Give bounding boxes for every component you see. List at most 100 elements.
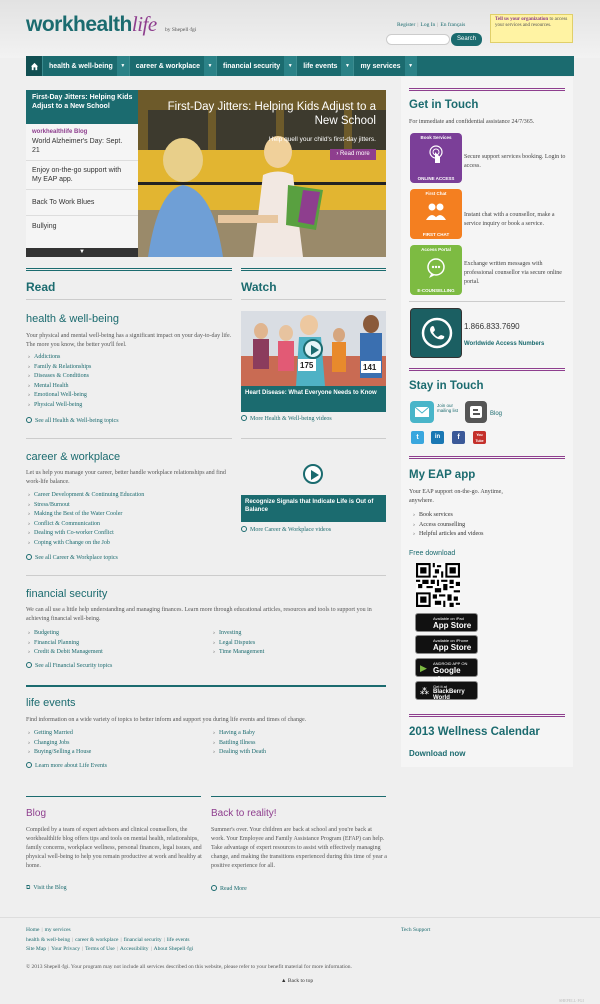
- video-caption[interactable]: Heart Disease: What Everyone Needs to Kn…: [241, 386, 386, 412]
- list-item[interactable]: Getting Married: [28, 729, 91, 739]
- worldwide-access-link[interactable]: Worldwide Access Numbers: [464, 340, 544, 349]
- footer-link[interactable]: Site Map: [26, 946, 46, 952]
- hero-title[interactable]: First-Day Jitters: Helping Kids Adjust t…: [154, 100, 376, 129]
- list-item[interactable]: Making the Best of the Water Cooler: [28, 510, 144, 520]
- footer-link[interactable]: career & workplace: [75, 937, 118, 943]
- french-link[interactable]: En français: [440, 22, 465, 28]
- facebook-icon[interactable]: f: [452, 431, 465, 444]
- hero-story-active[interactable]: First-Day Jitters: Helping Kids Adjust t…: [26, 90, 138, 124]
- read-more-link[interactable]: Read More: [211, 885, 247, 892]
- list-item[interactable]: Budgeting: [28, 629, 103, 639]
- list-item[interactable]: Stress/Burnout: [28, 501, 144, 511]
- list-item[interactable]: Credit & Debit Management: [28, 648, 103, 658]
- hero-story-item[interactable]: workhealthlife Blog World Alzheimer's Day…: [26, 124, 138, 161]
- back-to-top-link[interactable]: ▲ Back to top: [281, 978, 313, 984]
- house-icon[interactable]: [26, 56, 42, 76]
- chevron-down-icon[interactable]: ▼: [116, 56, 129, 76]
- health-heading[interactable]: health & well-being: [26, 313, 119, 325]
- financial-heading[interactable]: financial security: [26, 588, 107, 600]
- list-item[interactable]: Family & Relationships: [28, 363, 91, 373]
- search-input[interactable]: [386, 34, 450, 45]
- footer-link[interactable]: health & well-being: [26, 937, 70, 943]
- list-item[interactable]: Dealing with Death: [213, 748, 266, 758]
- video-caption[interactable]: Recognize Signals that Indicate Life is …: [241, 495, 386, 522]
- list-item[interactable]: Having a Baby: [213, 729, 266, 739]
- list-item[interactable]: Investing: [213, 629, 264, 639]
- play-icon[interactable]: [303, 464, 323, 484]
- app-store-iphone-badge[interactable]: Available on iPhone App Store: [415, 635, 478, 654]
- phone-number[interactable]: 1.866.833.7690: [464, 321, 520, 333]
- qr-code[interactable]: [416, 563, 460, 607]
- nav-my-services[interactable]: my services ▼: [353, 56, 417, 76]
- youtube-icon[interactable]: You Tube: [473, 431, 486, 444]
- list-item[interactable]: Career Development & Continuing Educatio…: [28, 491, 144, 501]
- list-item[interactable]: Dealing with Co-worker Conflict: [28, 529, 144, 539]
- see-all-career-link[interactable]: See all Career & Workplace topics: [26, 554, 118, 561]
- list-item[interactable]: Conflict & Communication: [28, 520, 144, 530]
- register-link[interactable]: Register: [397, 22, 415, 28]
- blog-heading[interactable]: Blog: [26, 808, 46, 819]
- list-item[interactable]: Addictions: [28, 353, 91, 363]
- hero-story-item[interactable]: Bullying: [26, 216, 138, 236]
- footer-link[interactable]: About Shepell·fgi: [154, 946, 194, 952]
- footer-link[interactable]: Accessibility: [120, 946, 149, 952]
- list-item[interactable]: Changing Jobs: [28, 739, 91, 749]
- play-icon[interactable]: [303, 339, 323, 359]
- more-career-videos-link[interactable]: More Career & Workplace videos: [241, 526, 331, 533]
- more-health-videos-link[interactable]: More Health & Well-being videos: [241, 415, 332, 422]
- blog-icon[interactable]: [465, 401, 487, 423]
- list-item[interactable]: Physical Well-being: [28, 401, 91, 411]
- logo[interactable]: workhealthlife: [26, 12, 157, 37]
- chevron-down-icon[interactable]: ▼: [404, 56, 417, 76]
- video-card-career[interactable]: Recognize Signals that Indicate Life is …: [241, 446, 386, 522]
- career-heading[interactable]: career & workplace: [26, 451, 120, 463]
- scroll-down-icon[interactable]: ▼: [26, 248, 138, 257]
- footer-link[interactable]: Your Privacy: [51, 946, 80, 952]
- visit-blog-link[interactable]: ⧉ Visit the Blog: [26, 885, 67, 892]
- list-item[interactable]: Coping with Change on the Job: [28, 539, 144, 549]
- chevron-down-icon[interactable]: ▼: [284, 56, 297, 76]
- learn-more-life-link[interactable]: Learn more about Life Events: [26, 762, 107, 769]
- list-item[interactable]: Emotional Well-being: [28, 391, 91, 401]
- mailing-list-link[interactable]: Join our mailing list: [437, 403, 461, 414]
- list-item[interactable]: Mental Health: [28, 382, 91, 392]
- twitter-icon[interactable]: t: [411, 431, 424, 444]
- footer-link[interactable]: Home: [26, 927, 39, 933]
- book-services-tile[interactable]: Book Services ONLINE ACCESS: [410, 133, 462, 183]
- blog-link[interactable]: Blog: [490, 410, 502, 419]
- chevron-down-icon[interactable]: ▼: [341, 56, 354, 76]
- video-card-health[interactable]: 175 141 Heart Disease: What Everyone Nee…: [241, 311, 386, 412]
- login-link[interactable]: Log In: [420, 22, 435, 28]
- mail-icon[interactable]: [410, 401, 434, 423]
- read-more-button[interactable]: › Read more: [330, 149, 376, 160]
- organization-promo[interactable]: Tell us your organization to access your…: [490, 14, 573, 43]
- blackberry-world-badge[interactable]: ⁂ Get it at BlackBerry World: [415, 681, 478, 701]
- app-store-ipad-badge[interactable]: Available on iPad App Store: [415, 613, 478, 632]
- list-item[interactable]: Buying/Selling a House: [28, 748, 91, 758]
- first-chat-tile[interactable]: First Chat FIRST CHAT: [410, 189, 462, 239]
- google-play-badge[interactable]: ▶ ANDROID APP ON Google play: [415, 658, 478, 684]
- list-item[interactable]: Financial Planning: [28, 639, 103, 649]
- list-item[interactable]: Diseases & Conditions: [28, 372, 91, 382]
- see-all-health-link[interactable]: See all Health & Well-being topics: [26, 417, 119, 424]
- nav-health[interactable]: health & well-being ▼: [42, 56, 129, 76]
- tech-support-link[interactable]: Tech Support: [401, 927, 430, 933]
- nav-life-events[interactable]: life events ▼: [296, 56, 354, 76]
- footer-link[interactable]: financial security: [124, 937, 162, 943]
- footer-link[interactable]: Terms of Use: [85, 946, 115, 952]
- linkedin-icon[interactable]: in: [431, 431, 444, 444]
- nav-career[interactable]: career & workplace ▼: [128, 56, 216, 76]
- download-calendar-link[interactable]: Download now: [409, 748, 465, 760]
- list-item[interactable]: Legal Disputes: [213, 639, 264, 649]
- hero-story-item[interactable]: Back To Work Blues: [26, 190, 138, 217]
- footer-link[interactable]: life events: [167, 937, 190, 943]
- list-item[interactable]: Battling Illness: [213, 739, 266, 749]
- hero-story-item[interactable]: Enjoy on-the-go support with My EAP app.: [26, 161, 138, 191]
- search-button[interactable]: Search: [451, 33, 482, 46]
- back-to-reality-heading[interactable]: Back to reality!: [211, 808, 277, 819]
- list-item[interactable]: Time Management: [213, 648, 264, 658]
- footer-link[interactable]: my services: [45, 927, 71, 933]
- see-all-financial-link[interactable]: See all Financial Security topics: [26, 662, 112, 669]
- chevron-down-icon[interactable]: ▼: [204, 56, 216, 76]
- life-events-heading[interactable]: life events: [26, 697, 76, 709]
